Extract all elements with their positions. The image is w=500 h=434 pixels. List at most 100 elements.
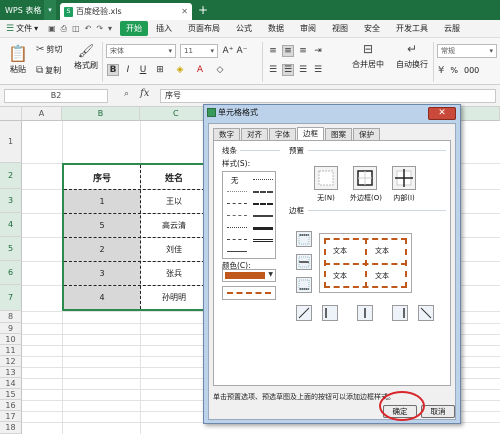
line-style-option[interactable] (253, 191, 273, 193)
align-center-icon[interactable]: ☰ (282, 64, 294, 76)
zoom-icon[interactable]: ⌕ (124, 89, 129, 99)
line-style-option[interactable] (227, 203, 247, 204)
border-diagonal-up-button[interactable] (296, 305, 312, 321)
border-middle-horizontal-button[interactable] (296, 254, 312, 270)
line-style-option[interactable] (253, 215, 273, 217)
bold-button[interactable]: B (107, 64, 119, 76)
menu-data[interactable]: 数据 (260, 23, 292, 34)
font-size-select[interactable]: 11 ▾ (180, 44, 218, 58)
line-style-option[interactable] (227, 191, 247, 192)
line-style-option[interactable] (253, 203, 273, 205)
table-cell[interactable]: 王以 (141, 190, 207, 213)
font-color-icon[interactable]: A (194, 64, 206, 76)
align-middle-icon[interactable]: ≡ (282, 45, 294, 57)
preset-none-button[interactable] (314, 166, 338, 190)
line-style-option[interactable] (253, 179, 273, 180)
align-bottom-icon[interactable]: ≡ (297, 45, 309, 57)
cancel-button[interactable]: 取消 (421, 405, 455, 418)
clear-format-icon[interactable]: ◇ (214, 64, 226, 76)
select-all-corner[interactable] (0, 107, 22, 121)
thousands-button[interactable]: 000 (464, 66, 479, 75)
table-cell[interactable]: 2 (64, 238, 140, 261)
name-box[interactable]: B2 (4, 89, 108, 103)
row-header[interactable]: 2 (0, 163, 22, 189)
row-header[interactable]: 14 (0, 378, 22, 389)
print-icon[interactable]: ⎙ (61, 24, 67, 34)
border-preview[interactable]: 文本 文本 文本 文本 (319, 233, 412, 293)
dialog-close-button[interactable]: ✕ (428, 107, 456, 120)
line-style-option[interactable] (227, 251, 247, 252)
chevron-down-icon[interactable]: ▾ (108, 24, 112, 34)
align-left-icon[interactable]: ☰ (267, 64, 279, 76)
row-header[interactable]: 4 (0, 213, 22, 237)
italic-button[interactable]: I (122, 64, 134, 76)
border-icon[interactable]: ⊞ (154, 64, 166, 76)
border-bottom-button[interactable] (296, 277, 312, 293)
menu-insert[interactable]: 插入 (148, 23, 180, 34)
menu-start[interactable]: 开始 (120, 21, 149, 36)
menu-cloud[interactable]: 云服 (436, 23, 468, 34)
row-header[interactable]: 12 (0, 356, 22, 367)
row-header[interactable]: 18 (0, 422, 22, 434)
menu-page-layout[interactable]: 页面布局 (180, 23, 228, 34)
align-right-icon[interactable]: ☰ (297, 64, 309, 76)
justify-icon[interactable]: ☰ (312, 64, 324, 76)
row-header[interactable]: 13 (0, 367, 22, 378)
font-name-select[interactable]: 宋体 ▾ (106, 44, 176, 58)
menu-review[interactable]: 审阅 (292, 23, 324, 34)
align-top-icon[interactable]: ≡ (267, 45, 279, 57)
column-header-b[interactable]: B (62, 107, 140, 121)
menu-formulas[interactable]: 公式 (228, 23, 260, 34)
data-table[interactable]: 序号 姓名 1 王以 5 高云清 2 刘佳 3 张兵 4 孙明明 (62, 163, 207, 311)
line-style-option[interactable] (253, 239, 273, 242)
table-cell[interactable]: 刘佳 (141, 238, 207, 261)
line-style-option[interactable] (227, 239, 247, 240)
border-diagonal-down-button[interactable] (418, 305, 434, 321)
border-right-button[interactable] (392, 305, 408, 321)
shrink-font-button[interactable]: A⁻ (236, 45, 248, 57)
print-preview-icon[interactable]: ◫ (72, 24, 80, 34)
row-header[interactable]: 6 (0, 261, 22, 285)
grow-font-button[interactable]: A⁺ (222, 45, 234, 57)
line-color-select[interactable]: ▼ (222, 269, 276, 282)
line-style-option[interactable] (227, 215, 247, 216)
menu-view[interactable]: 视图 (324, 23, 356, 34)
number-format-select[interactable]: 常规 ▾ (437, 44, 497, 58)
table-cell[interactable]: 3 (64, 262, 140, 285)
undo-icon[interactable]: ↶ (85, 24, 92, 34)
preset-outline-button[interactable] (353, 166, 377, 190)
table-cell[interactable]: 高云清 (141, 214, 207, 237)
currency-icon[interactable]: ¥ (438, 65, 444, 76)
save-icon[interactable]: ▣ (48, 24, 56, 34)
row-header[interactable]: 3 (0, 189, 22, 213)
file-menu[interactable]: ☰ 文件 ▾ (0, 23, 44, 34)
row-header[interactable]: 10 (0, 334, 22, 345)
percent-button[interactable]: % (450, 66, 458, 75)
line-style-option[interactable] (253, 227, 273, 230)
row-header[interactable]: 9 (0, 323, 22, 334)
line-style-none[interactable]: 无 (231, 175, 239, 186)
copy-button[interactable]: ⧉ 复制 (36, 65, 61, 76)
menu-security[interactable]: 安全 (356, 23, 388, 34)
indent-icon[interactable]: ⇥ (312, 45, 324, 57)
cut-button[interactable]: ✂ 剪切 (36, 44, 62, 55)
paste-button[interactable]: 📋 粘贴 (8, 44, 28, 75)
row-header[interactable]: 17 (0, 411, 22, 422)
row-header[interactable]: 7 (0, 285, 22, 311)
merge-center-button[interactable]: ⊟ 合并居中 (352, 42, 384, 70)
row-header[interactable]: 5 (0, 237, 22, 261)
line-style-option[interactable] (227, 227, 247, 228)
border-top-button[interactable] (296, 231, 312, 247)
close-icon[interactable]: ✕ (181, 7, 188, 16)
tab-border[interactable]: 边框 (297, 127, 324, 141)
row-header[interactable]: 8 (0, 311, 22, 323)
border-left-button[interactable] (322, 305, 338, 321)
column-header-a[interactable]: A (22, 107, 62, 121)
underline-button[interactable]: U (137, 64, 149, 76)
border-middle-vertical-button[interactable] (357, 305, 373, 321)
document-tab[interactable]: S 百度经验.xls ✕ (60, 3, 192, 20)
row-header[interactable]: 15 (0, 389, 22, 400)
auto-wrap-button[interactable]: ↵ 自动换行 (396, 42, 428, 70)
fx-icon[interactable]: fx (140, 88, 149, 99)
row-header[interactable]: 1 (0, 121, 22, 163)
